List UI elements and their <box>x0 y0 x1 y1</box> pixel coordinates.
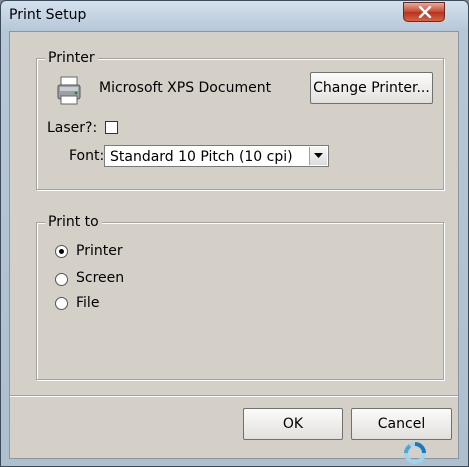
laser-label: Laser?: <box>47 120 98 136</box>
busy-cursor-icon <box>404 442 426 464</box>
radio-printer[interactable] <box>55 245 68 258</box>
radio-printer-label[interactable]: Printer <box>76 243 123 259</box>
close-button[interactable] <box>403 2 445 22</box>
window-title: Print Setup <box>9 7 87 23</box>
printer-name: Microsoft XPS Document <box>99 80 272 96</box>
print-setup-window: Print Setup Printer Microsoft XPS Docume… <box>0 0 469 467</box>
radio-selected-dot <box>59 249 64 254</box>
radio-screen-label[interactable]: Screen <box>76 270 124 286</box>
radio-file[interactable] <box>55 297 68 310</box>
printer-group-legend: Printer <box>45 50 98 66</box>
radio-file-label[interactable]: File <box>76 295 99 311</box>
button-separator <box>10 395 458 397</box>
chevron-down-icon <box>314 153 323 158</box>
laser-checkbox[interactable] <box>105 121 118 134</box>
close-icon <box>418 6 432 18</box>
dialog-client-area: Printer Microsoft XPS Document Change Pr… <box>9 31 459 459</box>
title-bar[interactable]: Print Setup <box>1 1 468 31</box>
font-dropdown-value: Standard 10 Pitch (10 cpi) <box>110 149 293 165</box>
ok-button[interactable]: OK <box>243 408 343 440</box>
printer-icon <box>57 76 81 105</box>
cancel-button[interactable]: Cancel <box>351 408 452 440</box>
font-dropdown[interactable]: Standard 10 Pitch (10 cpi) <box>104 145 329 167</box>
font-label: Font: <box>69 148 105 164</box>
font-dropdown-toggle[interactable] <box>309 147 327 165</box>
print-to-group-legend: Print to <box>45 214 102 230</box>
radio-screen[interactable] <box>55 273 68 286</box>
change-printer-button[interactable]: Change Printer... <box>310 72 433 104</box>
